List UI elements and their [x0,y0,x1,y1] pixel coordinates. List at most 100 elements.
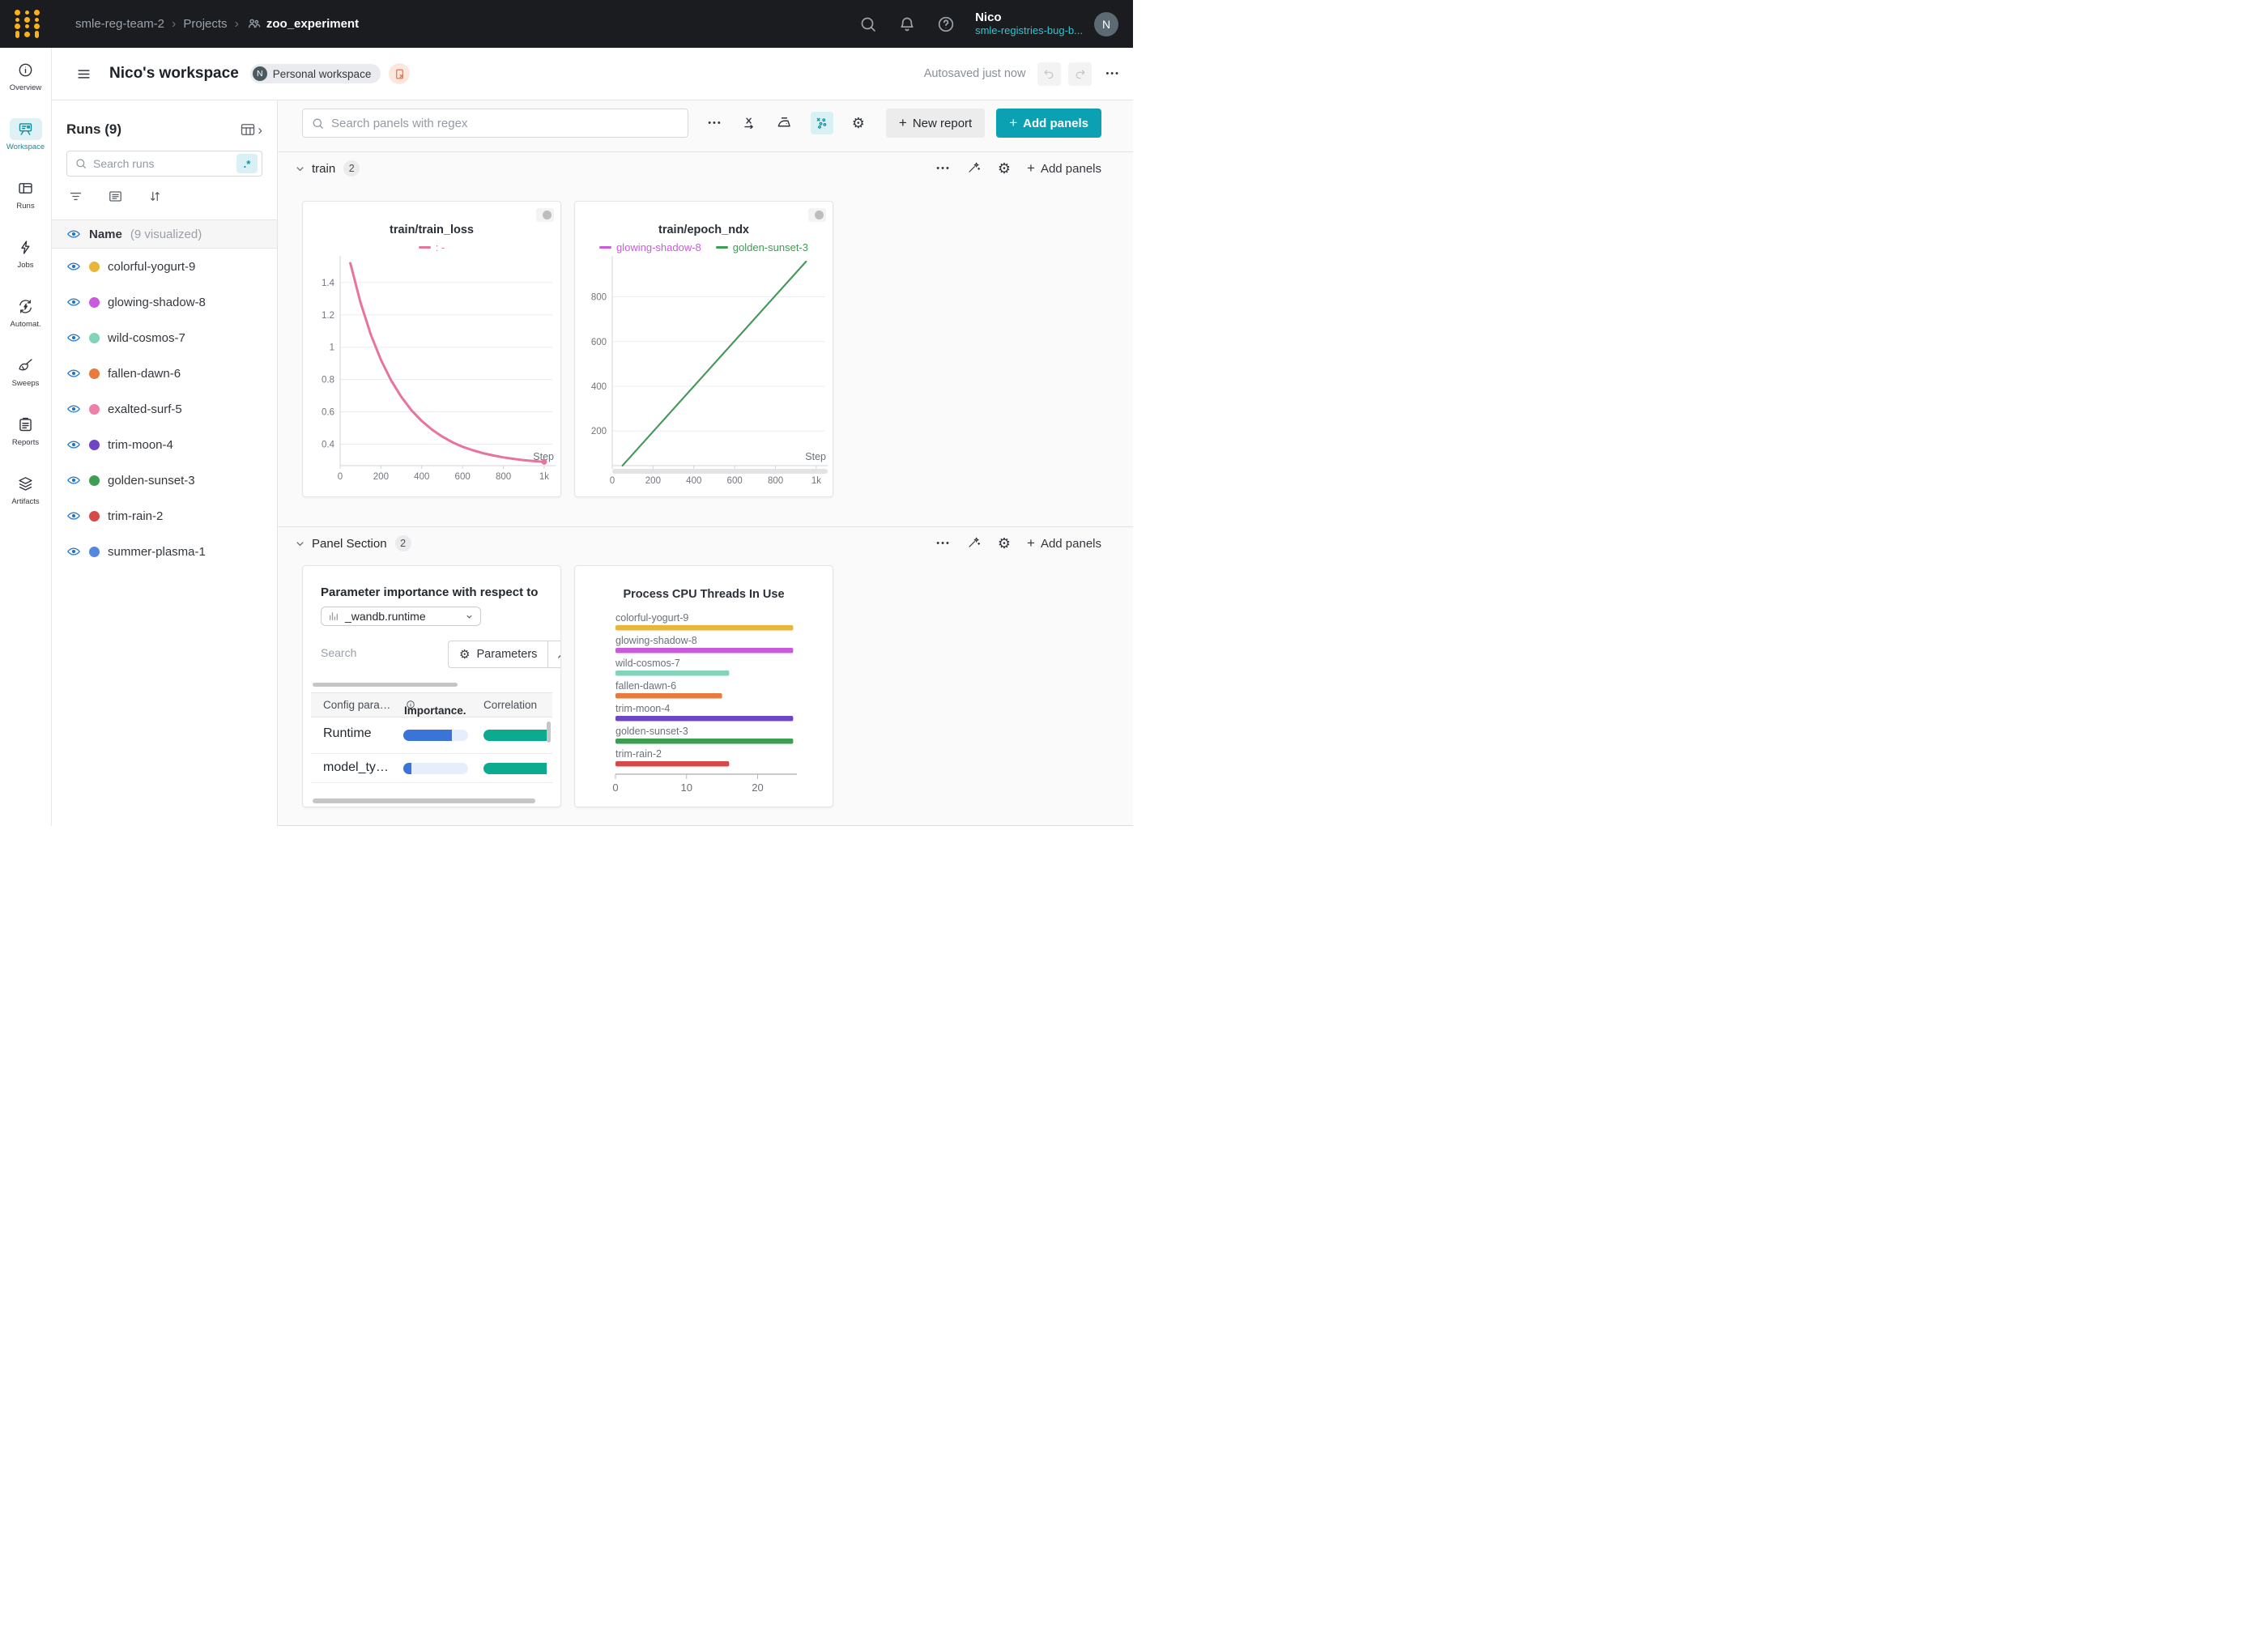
run-row[interactable]: exalted-surf-5 [52,391,277,427]
runs-search-input[interactable] [93,157,236,170]
run-row[interactable]: colorful-yogurt-9 [52,249,277,284]
outliers-scatter-icon[interactable] [811,112,833,134]
train-loss-line-chart[interactable]: 0.40.60.811.21.402004006008001kStep [308,253,557,493]
run-name[interactable]: fallen-dawn-6 [108,367,181,381]
sidebar-item-sweeps[interactable]: Sweeps [0,355,52,414]
legend-item[interactable]: glowing-shadow-8 [599,241,701,253]
run-name[interactable]: summer-plasma-1 [108,545,206,559]
visibility-eye-icon[interactable] [66,330,81,345]
magic-wand-icon[interactable] [967,161,982,176]
group-list-icon[interactable] [108,189,123,208]
search-options-menu-icon[interactable]: ••• [708,118,722,128]
run-row[interactable]: fallen-dawn-6 [52,356,277,391]
run-name[interactable]: trim-moon-4 [108,438,173,452]
x-axis-settings-icon[interactable] [741,115,757,131]
visibility-eye-icon[interactable] [66,295,81,309]
visibility-eye-icon[interactable] [66,473,81,488]
importance-table-row[interactable]: model_ty… [311,754,552,783]
sidebar-item-automations[interactable]: Automat. [0,296,52,355]
run-row[interactable]: golden-sunset-3 [52,462,277,498]
sidebar-item-runs[interactable]: Runs [0,177,52,236]
user-menu[interactable]: Nico smle-registries-bug-b... [975,11,1083,37]
sidebar-item-reports[interactable]: Reports [0,414,52,473]
run-row[interactable]: glowing-shadow-8 [52,284,277,320]
sidebar-item-jobs[interactable]: Jobs [0,236,52,296]
run-name[interactable]: golden-sunset-3 [108,474,195,488]
menu-hamburger-icon[interactable] [76,66,92,82]
sidebar-item-artifacts[interactable]: Artifacts [0,473,52,532]
help-icon[interactable] [936,15,956,34]
sidebar-item-workspace[interactable]: Workspace [0,118,52,177]
visibility-eye-icon[interactable] [66,259,81,274]
smoothing-icon[interactable] [776,115,792,131]
undo-button[interactable] [1037,62,1061,86]
epoch-ndx-line-chart[interactable]: 20040060080002004006008001kStep [580,253,829,493]
run-name[interactable]: colorful-yogurt-9 [108,260,195,274]
panel-train-loss[interactable]: train/train_loss : - 0.40.60.811.21.4020… [302,201,561,497]
redo-button[interactable] [1068,62,1092,86]
section-overflow-menu-icon[interactable]: ••• [936,539,951,548]
sidebar-item-overview[interactable]: Overview [0,59,52,118]
importance-search-input[interactable] [321,646,410,659]
section-overflow-menu-icon[interactable]: ••• [936,164,951,173]
section-collapse-chevron-icon[interactable] [294,163,306,175]
run-name[interactable]: glowing-shadow-8 [108,296,206,309]
legend-item[interactable]: golden-sunset-3 [716,241,808,253]
filter-icon[interactable] [68,189,83,208]
breadcrumb-team[interactable]: smle-reg-team-2 [75,17,164,31]
table-vertical-scrollbar[interactable] [547,722,551,743]
section-add-panels-button[interactable]: + Add panels [1027,160,1101,177]
magic-fill-button[interactable] [547,641,561,667]
add-panels-button[interactable]: + Add panels [996,109,1101,138]
visibility-all-eye-icon[interactable] [66,227,81,241]
importance-table-row[interactable]: Runtime [311,717,552,754]
workspace-badge[interactable]: N Personal workspace [250,64,381,83]
section-settings-gear-icon[interactable]: ⚙︎ [998,161,1011,176]
panel-epoch-ndx[interactable]: train/epoch_ndx glowing-shadow-8 golden-… [574,201,833,497]
table-top-scrollbar[interactable] [313,683,458,687]
magic-wand-icon[interactable] [967,536,982,551]
settings-gear-icon[interactable]: ⚙︎ [852,116,865,130]
run-name[interactable]: wild-cosmos-7 [108,331,185,345]
notifications-bell-icon[interactable] [897,15,917,34]
workspace-alert-icon[interactable] [389,63,410,84]
workspace-overflow-menu-icon[interactable]: ••• [1105,69,1120,79]
section-settings-gear-icon[interactable]: ⚙︎ [998,536,1011,551]
search-icon[interactable] [858,15,878,34]
panel-search-input[interactable] [331,117,679,130]
section-title[interactable]: train [312,162,335,176]
regex-toggle-button[interactable]: .* [236,154,258,173]
parameters-button[interactable]: ⚙︎ Parameters [449,641,547,667]
column-header-importance[interactable]: Importance. [404,699,415,711]
panel-cpu-threads[interactable]: Process CPU Threads In Use colorful-yogu… [574,565,833,807]
sort-icon[interactable] [147,189,163,208]
run-row[interactable]: summer-plasma-1 [52,534,277,569]
visibility-eye-icon[interactable] [66,366,81,381]
runs-table-expand-button[interactable]: › [240,121,262,138]
new-report-button[interactable]: + New report [886,109,985,138]
run-name[interactable]: exalted-surf-5 [108,402,182,416]
metric-select[interactable]: _wandb.runtime [321,607,481,626]
visibility-eye-icon[interactable] [66,509,81,523]
run-row[interactable]: trim-moon-4 [52,427,277,462]
visibility-eye-icon[interactable] [66,544,81,559]
wandb-logo-icon[interactable] [12,10,41,39]
avatar[interactable]: N [1094,12,1118,36]
section-add-panels-button[interactable]: + Add panels [1027,535,1101,551]
visibility-eye-icon[interactable] [66,402,81,416]
run-name[interactable]: trim-rain-2 [108,509,163,523]
breadcrumb-projects[interactable]: Projects [183,17,227,31]
table-bottom-scrollbar[interactable] [313,798,535,803]
legend-item[interactable]: : - [419,241,445,253]
breadcrumb-project[interactable]: zoo_experiment [246,16,359,32]
drag-handle-icon[interactable] [808,208,826,222]
panel-parameter-importance[interactable]: Parameter importance with respect to _wa… [302,565,561,807]
run-row[interactable]: trim-rain-2 [52,498,277,534]
visibility-eye-icon[interactable] [66,437,81,452]
cpu-threads-bar-chart[interactable]: colorful-yogurt-9glowing-shadow-8wild-co… [577,608,829,803]
drag-handle-icon[interactable] [536,208,554,222]
section-collapse-chevron-icon[interactable] [294,538,306,550]
run-row[interactable]: wild-cosmos-7 [52,320,277,356]
column-header-parameter[interactable]: Config para… [323,699,390,711]
section-title[interactable]: Panel Section [312,537,387,551]
